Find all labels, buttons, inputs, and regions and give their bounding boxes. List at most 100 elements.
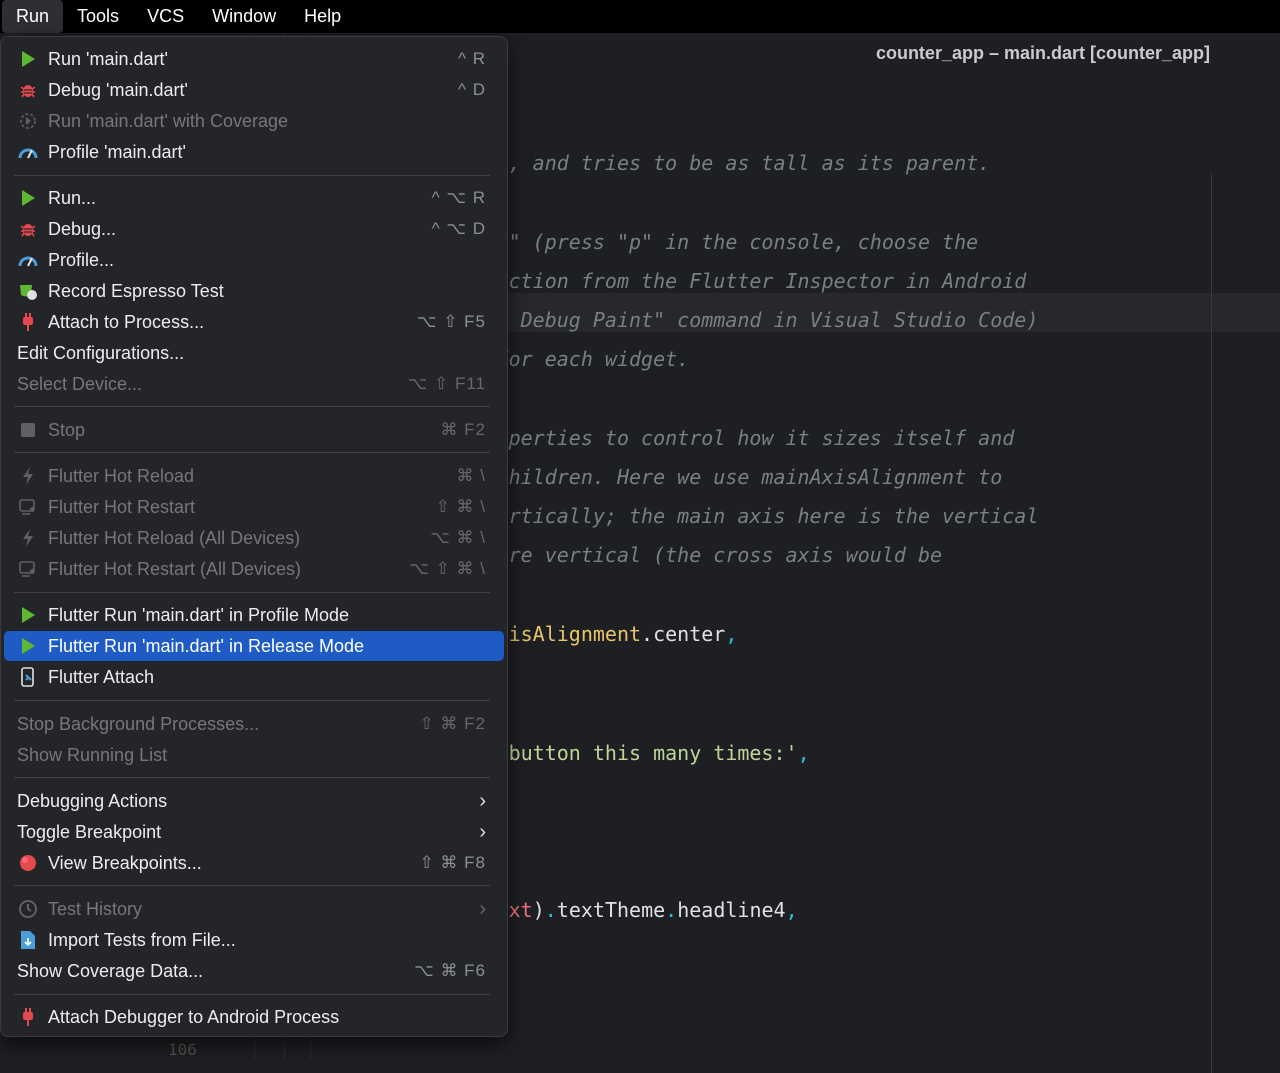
menu-item-run-main-dart[interactable]: Run 'main.dart' ^ R [4,44,504,74]
breakpoint-icon [18,853,38,873]
code-token: textTheme [556,898,666,922]
code-token: , [785,898,798,922]
menu-item-import-tests-from-file[interactable]: Import Tests from File... [4,925,504,955]
play-icon [18,49,38,69]
chevron-right-icon: › [479,897,486,920]
menu-item-label: Attach to Process... [48,311,205,332]
menu-item-attach-to-process[interactable]: Attach to Process... ⌥ ⇧ F5 [4,307,504,337]
menu-item-label: Import Tests from File... [48,929,236,950]
stop-icon [18,420,38,440]
menu-item-run-main-dart-with-coverage[interactable]: Run 'main.dart' with Coverage [4,106,504,136]
code-token: , [725,622,738,646]
run-menu: Run 'main.dart' ^ R Debug 'main.dart' ^ D Ru… [0,36,508,1037]
play-icon [18,636,38,656]
menubar-tools[interactable]: Tools [63,0,133,33]
shortcut-hint: ⇧ ⌘ \ [435,497,486,516]
menu-item-label: Run 'main.dart' with Coverage [48,110,288,131]
bug-icon [18,80,38,100]
menu-item-label: Show Coverage Data... [17,960,204,981]
hot-restart-icon [18,559,38,579]
code-token: , [797,741,810,765]
menu-item-label: Edit Configurations... [17,342,185,363]
shortcut-hint: ⌥ ⇧ ⌘ \ [409,559,486,578]
code-token: headline4 [677,898,786,922]
menu-item-label: Toggle Breakpoint [17,821,162,842]
shortcut-hint: ⌥ ⌘ \ [430,528,486,547]
menu-item-flutter-hot-restart-all-devices[interactable]: Flutter Hot Restart (All Devices) ⌥ ⇧ ⌘ \ [4,554,504,584]
menubar-window[interactable]: Window [198,0,290,33]
menu-item-profile-main-dart[interactable]: Profile 'main.dart' [4,137,504,167]
menu-item-label: Flutter Hot Restart [48,496,196,517]
code-token: .center [641,622,726,646]
menu-item-attach-debugger-to-android-process[interactable]: Attach Debugger to Android Process [4,1002,504,1032]
menu-item-select-device[interactable]: Select Device... ⌥ ⇧ F11 [4,369,504,399]
menu-item-flutter-hot-restart[interactable]: Flutter Hot Restart ⇧ ⌘ \ [4,492,504,522]
shortcut-hint: ⇧ ⌘ F8 [419,853,486,872]
menu-item-show-coverage-data[interactable]: Show Coverage Data... ⌥ ⌘ F6 [4,956,504,986]
menu-item-label: Stop Background Processes... [17,713,260,734]
shortcut-hint: ^ ⌥ D [431,219,486,238]
menu-item-stop[interactable]: Stop ⌘ F2 [4,415,504,445]
menu-item-test-history[interactable]: Test History › [4,894,504,924]
menu-separator [14,175,490,176]
menu-item-label: Flutter Hot Restart (All Devices) [48,558,302,579]
menu-separator [14,452,490,453]
lightning-icon [18,466,38,486]
lightning-icon [18,528,38,548]
shortcut-hint: ^ R [458,49,486,68]
menubar-run[interactable]: Run [2,0,64,33]
menu-item-debugging-actions[interactable]: Debugging Actions › [4,786,504,816]
play-icon [18,188,38,208]
menu-item-label: Run 'main.dart' [48,48,168,69]
plug-icon [18,1007,38,1027]
menu-item-label: Debug... [48,218,117,239]
window-title: counter_app – main.dart [counter_app] [875,43,1210,63]
menu-item-label: Run... [48,187,97,208]
menu-item-profile[interactable]: Profile... [4,245,504,275]
shortcut-hint: ⌘ \ [456,466,486,485]
shortcut-hint: ^ ⌥ R [431,188,486,207]
chevron-right-icon: › [479,820,486,843]
code-token: . [665,898,678,922]
menu-item-label: Record Espresso Test [48,280,224,301]
menubar-vcs[interactable]: VCS [133,0,198,33]
menu-item-flutter-attach[interactable]: Flutter Attach [4,662,504,692]
menu-item-label: Flutter Hot Reload (All Devices) [48,527,301,548]
menu-item-view-breakpoints[interactable]: View Breakpoints... ⇧ ⌘ F8 [4,848,504,878]
menu-item-label: Debug 'main.dart' [48,79,188,100]
menu-item-label: Profile... [48,249,115,270]
menu-item-label: Select Device... [17,373,143,394]
menu-item-record-espresso-test[interactable]: Record Espresso Test [4,276,504,306]
espresso-record-icon [18,281,38,301]
menu-item-toggle-breakpoint[interactable]: Toggle Breakpoint › [4,817,504,847]
menubar-help[interactable]: Help [290,0,355,33]
gauge-icon [18,250,38,270]
menu-item-label: Test History [48,898,143,919]
shortcut-hint: ⇧ ⌘ F2 [419,714,486,733]
menu-item-run[interactable]: Run... ^ ⌥ R [4,183,504,213]
menu-separator [14,885,490,886]
right-margin-guide [1211,173,1212,1073]
menu-item-show-running-list[interactable]: Show Running List [4,740,504,770]
menu-item-label: View Breakpoints... [48,852,202,873]
menu-item-stop-background-processes[interactable]: Stop Background Processes... ⇧ ⌘ F2 [4,709,504,739]
menu-separator [14,777,490,778]
menu-item-flutter-hot-reload[interactable]: Flutter Hot Reload ⌘ \ [4,461,504,491]
code-token: . [544,898,557,922]
menu-item-flutter-run-main-dart-in-release-mode[interactable]: Flutter Run 'main.dart' in Release Mode [4,631,504,661]
menu-item-flutter-hot-reload-all-devices[interactable]: Flutter Hot Reload (All Devices) ⌥ ⌘ \ [4,523,504,553]
menu-item-flutter-run-main-dart-in-profile-mode[interactable]: Flutter Run 'main.dart' in Profile Mode [4,600,504,630]
shortcut-hint: ⌘ F2 [440,420,486,439]
menu-item-label: Flutter Run 'main.dart' in Release Mode [48,635,365,656]
menu-item-debug[interactable]: Debug... ^ ⌥ D [4,214,504,244]
bug-icon [18,219,38,239]
menu-item-label: Debugging Actions [17,790,168,811]
menu-item-debug-main-dart[interactable]: Debug 'main.dart' ^ D [4,75,504,105]
menu-item-edit-configurations[interactable]: Edit Configurations... [4,338,504,368]
menu-item-label: Profile 'main.dart' [48,141,186,162]
menu-item-label: Stop [48,419,86,440]
menu-item-label: Flutter Attach [48,666,155,687]
menu-item-label: Flutter Hot Reload [48,465,195,486]
code-token: ) [532,898,545,922]
hot-restart-icon [18,497,38,517]
